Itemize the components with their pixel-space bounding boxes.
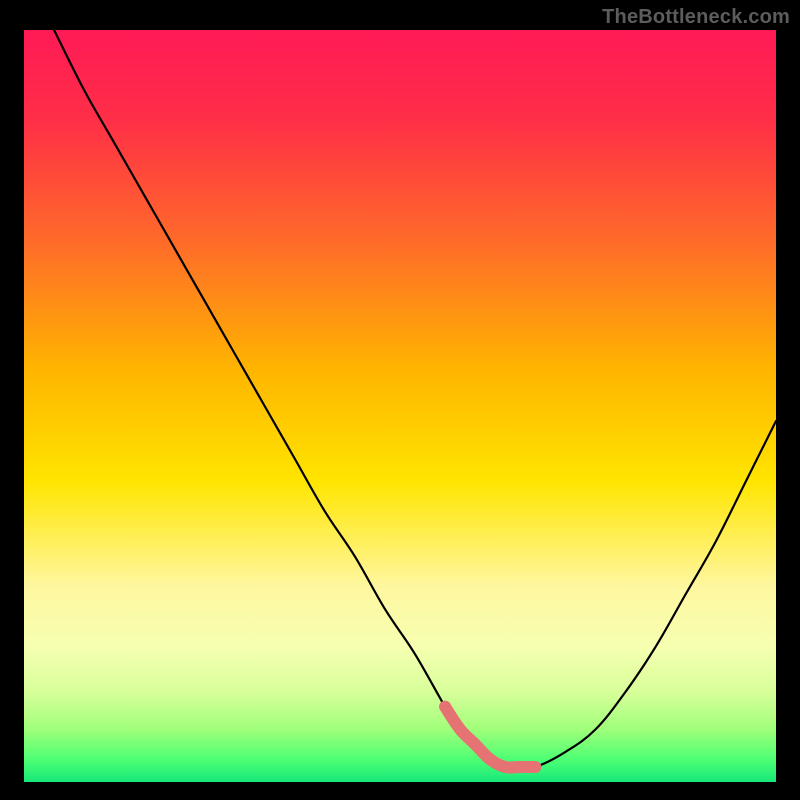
chart-plot-area: [24, 30, 776, 782]
chart-background: [24, 30, 776, 782]
watermark-label: TheBottleneck.com: [602, 6, 790, 29]
chart-svg: [24, 30, 776, 782]
highlight-start-dot: [439, 701, 451, 713]
chart-stage: TheBottleneck.com: [0, 0, 800, 800]
